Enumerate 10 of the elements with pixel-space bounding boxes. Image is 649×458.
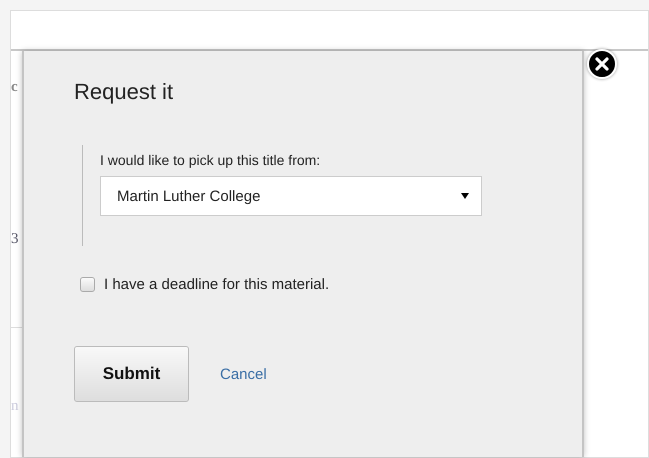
pickup-select[interactable]: Martin Luther College <box>100 176 482 216</box>
pickup-label: I would like to pick up this title from: <box>100 151 320 169</box>
page-text: 3 <box>11 231 18 247</box>
dialog-title: Request it <box>74 79 174 105</box>
deadline-label: I have a deadline for this material. <box>104 276 330 293</box>
deadline-checkbox[interactable] <box>80 277 95 292</box>
cancel-link[interactable]: Cancel <box>220 366 267 382</box>
submit-button[interactable]: Submit <box>74 346 189 402</box>
page-text: c <box>11 79 18 95</box>
caret-icon <box>461 193 469 199</box>
